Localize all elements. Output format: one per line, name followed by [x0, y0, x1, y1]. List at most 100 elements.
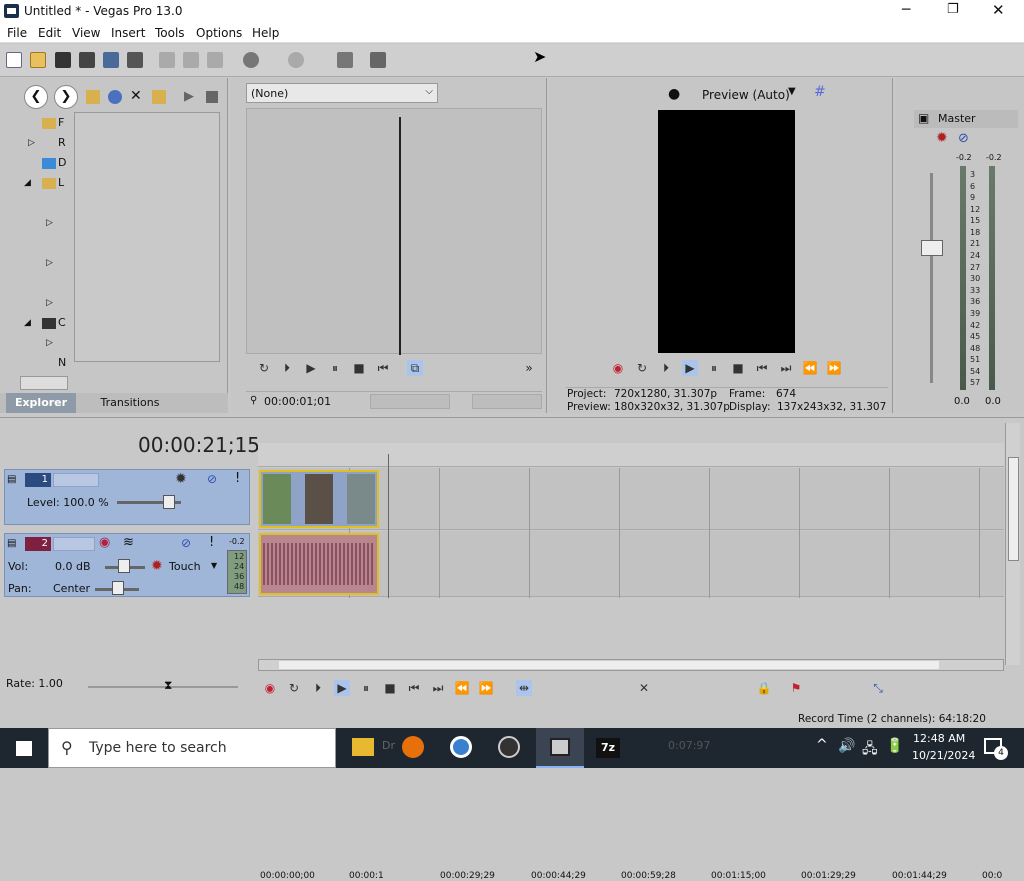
- battery-icon[interactable]: 🔋: [886, 738, 903, 754]
- tab-transitions[interactable]: Transitions: [90, 393, 170, 413]
- add-to-timeline-icon[interactable]: ⧉: [407, 360, 423, 376]
- audio-track-header[interactable]: ▤ 2 ◉ ≋ ⊘ ! -0.2 12 24 36 48 Vol: 0.0 dB…: [4, 533, 250, 597]
- play-from-start-icon[interactable]: ⏵: [658, 360, 674, 376]
- file-explorer-icon[interactable]: [352, 738, 374, 756]
- pause-icon[interactable]: ⏸: [327, 360, 343, 376]
- mute-icon[interactable]: ⊘: [181, 536, 191, 550]
- rate-slider-thumb[interactable]: ⧗: [164, 678, 172, 693]
- delete-icon[interactable]: ✕: [636, 680, 652, 696]
- play-from-start-icon[interactable]: ⏵: [310, 680, 326, 696]
- video-track-fx-icon[interactable]: ✹: [175, 471, 187, 487]
- menu-file[interactable]: File: [7, 26, 27, 40]
- go-to-start-icon[interactable]: ⏮: [754, 360, 770, 376]
- audio-track-name[interactable]: [53, 537, 95, 551]
- tab-explorer[interactable]: Explorer: [6, 393, 76, 413]
- properties-icon[interactable]: [127, 52, 143, 68]
- menu-options[interactable]: Options: [196, 26, 242, 40]
- play-icon[interactable]: ▶: [682, 360, 698, 376]
- overlays-icon[interactable]: #: [814, 84, 826, 100]
- play-icon[interactable]: ▶: [184, 89, 194, 104]
- chevron-up-icon[interactable]: ^: [816, 737, 828, 753]
- minimize-button[interactable]: ─: [902, 2, 910, 18]
- record-icon[interactable]: ◉: [610, 360, 626, 376]
- track-collapse-icon[interactable]: ▤: [7, 538, 16, 549]
- master-fader[interactable]: [921, 240, 943, 256]
- timeline-vscroll[interactable]: [1005, 423, 1020, 665]
- timeline-ruler[interactable]: [258, 443, 1004, 467]
- app-icon[interactable]: [4, 4, 19, 18]
- paste-icon[interactable]: [207, 52, 223, 68]
- play-icon[interactable]: ▶: [334, 680, 350, 696]
- pause-icon[interactable]: ⏸: [358, 680, 374, 696]
- cut-icon[interactable]: [159, 52, 175, 68]
- tree-label-c[interactable]: C: [58, 316, 66, 329]
- trimmer-dropdown[interactable]: (None) ⌵: [246, 83, 438, 103]
- chevron-down-icon[interactable]: ▼: [788, 86, 796, 97]
- maximize-button[interactable]: ❐: [947, 2, 959, 17]
- 7zip-icon[interactable]: 7z: [596, 738, 620, 758]
- master-fx-icon[interactable]: ✹: [936, 130, 948, 146]
- automation-fx-icon[interactable]: ✹: [151, 558, 163, 574]
- back-button[interactable]: ❮: [24, 85, 48, 109]
- loop-icon[interactable]: ↻: [286, 680, 302, 696]
- pan-slider-thumb[interactable]: [112, 581, 124, 595]
- next-frame-icon[interactable]: ⏩: [478, 680, 494, 696]
- mark-out-field[interactable]: [472, 394, 542, 409]
- redo-icon[interactable]: [288, 52, 304, 68]
- track-collapse-icon[interactable]: ▤: [7, 474, 16, 485]
- tree-label-r[interactable]: R: [58, 136, 66, 149]
- render-icon[interactable]: [103, 52, 119, 68]
- tree-label-n[interactable]: N: [58, 356, 66, 369]
- pin-icon[interactable]: ⚲: [250, 395, 257, 406]
- next-marker-icon[interactable]: »: [521, 360, 537, 376]
- menu-view[interactable]: View: [72, 26, 100, 40]
- go-to-start-icon[interactable]: ⏮: [406, 680, 422, 696]
- collapse-arrow-icon[interactable]: ◢: [24, 318, 31, 328]
- clock-time[interactable]: 12:48 AM: [913, 732, 965, 745]
- menu-tools[interactable]: Tools: [155, 26, 185, 40]
- up-folder-icon[interactable]: [86, 90, 100, 104]
- obs-icon[interactable]: [498, 736, 520, 758]
- firefox-icon[interactable]: [402, 736, 424, 758]
- scroll-thumb[interactable]: [1008, 457, 1019, 561]
- pause-icon[interactable]: ⏸: [706, 360, 722, 376]
- new-project-icon[interactable]: [6, 52, 22, 68]
- clock-date[interactable]: 10/21/2024: [912, 749, 975, 762]
- video-track-name[interactable]: [53, 473, 99, 487]
- trimmer-playhead[interactable]: [399, 117, 401, 355]
- solo-icon[interactable]: !: [209, 535, 214, 550]
- explorer-scrollbar[interactable]: [20, 376, 68, 390]
- master-bypass-icon[interactable]: ⊘: [958, 131, 969, 146]
- video-preview[interactable]: [658, 110, 795, 353]
- volume-icon[interactable]: 🔊: [838, 738, 855, 754]
- video-clip[interactable]: [259, 470, 379, 528]
- timeline-hscroll[interactable]: [258, 659, 1004, 671]
- next-frame-icon[interactable]: ⏩: [826, 360, 842, 376]
- auto-ripple-icon[interactable]: ⤡: [870, 680, 886, 696]
- collapse-arrow-icon[interactable]: ◢: [24, 178, 31, 188]
- split-screen-icon[interactable]: ●: [668, 86, 680, 102]
- save-as-icon[interactable]: [79, 52, 95, 68]
- start-button[interactable]: [0, 728, 48, 768]
- expand-arrow-icon[interactable]: ▷: [46, 298, 53, 308]
- forward-button[interactable]: ❯: [54, 85, 78, 109]
- delete-icon[interactable]: ✕: [130, 88, 142, 104]
- marker-icon[interactable]: ⚑: [788, 680, 804, 696]
- mute-icon[interactable]: ⊘: [207, 472, 217, 486]
- loop-icon[interactable]: ↻: [634, 360, 650, 376]
- mark-in-field[interactable]: [370, 394, 450, 409]
- open-icon[interactable]: [30, 52, 46, 68]
- menu-insert[interactable]: Insert: [111, 26, 145, 40]
- expand-arrow-icon[interactable]: ▷: [46, 338, 53, 348]
- tree-label-l[interactable]: L: [58, 176, 64, 189]
- menu-edit[interactable]: Edit: [38, 26, 61, 40]
- expand-arrow-icon[interactable]: ▷: [46, 218, 53, 228]
- save-icon[interactable]: [55, 52, 71, 68]
- play-icon[interactable]: ▶: [303, 360, 319, 376]
- go-to-end-icon[interactable]: ⏭: [430, 680, 446, 696]
- automation-mode[interactable]: Touch: [169, 560, 201, 573]
- loop-icon[interactable]: ↻: [256, 360, 272, 376]
- timeline-cursor[interactable]: [388, 454, 389, 598]
- stop-icon[interactable]: ■: [351, 360, 367, 376]
- refresh-icon[interactable]: [108, 90, 122, 104]
